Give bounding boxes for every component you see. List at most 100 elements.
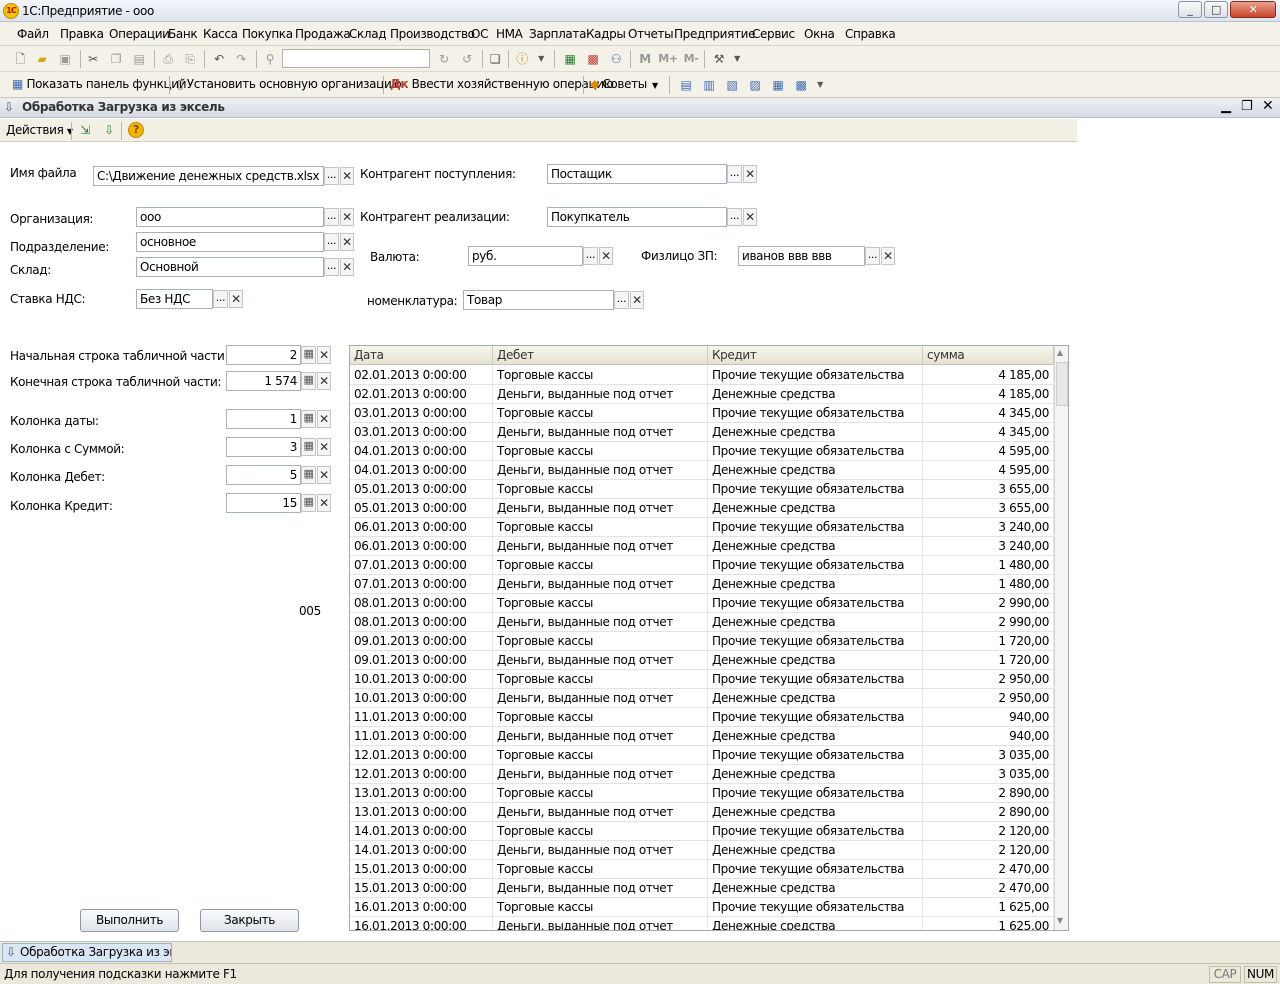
copy-icon[interactable]: ❐ bbox=[108, 51, 124, 67]
menu-edit[interactable]: Правка bbox=[60, 27, 104, 41]
menu-sale[interactable]: Продажа bbox=[295, 27, 351, 41]
tools-dropdown-icon[interactable]: ▼ bbox=[729, 51, 745, 67]
table-row[interactable]: 04.01.2013 0:00:00 Торговые кассы Прочие т… bbox=[350, 442, 1054, 461]
table-row[interactable]: 10.01.2013 0:00:00 Деньги, выданные под о… bbox=[350, 689, 1054, 708]
supplier-input[interactable]: Постащик bbox=[547, 164, 727, 184]
set-main-org-button[interactable]: ▯ Установить основную организацию bbox=[177, 77, 402, 91]
close-button[interactable]: Закрыть bbox=[200, 909, 299, 932]
form-close-button[interactable]: ✕ bbox=[1262, 98, 1274, 114]
credit-column-clear-button[interactable]: ✕ bbox=[317, 494, 331, 512]
column-header-credit[interactable]: Кредит bbox=[708, 346, 923, 365]
show-panel-button[interactable]: ▦ Показать панель функций bbox=[12, 77, 187, 91]
menu-reports[interactable]: Отчеты bbox=[628, 27, 674, 41]
menu-enterprise[interactable]: Предприятие bbox=[674, 27, 755, 41]
column-header-sum[interactable]: сумма bbox=[923, 346, 1054, 365]
table-row[interactable]: 15.01.2013 0:00:00 Торговые кассы Прочие т… bbox=[350, 860, 1054, 879]
vat-rate-clear-button[interactable]: ✕ bbox=[229, 290, 243, 308]
ledger-icon[interactable]: ▧ bbox=[724, 77, 740, 93]
debit-column-input[interactable]: 5 bbox=[226, 465, 301, 485]
search-input[interactable] bbox=[282, 49, 430, 68]
currency-input[interactable]: руб. bbox=[468, 246, 583, 266]
menu-help[interactable]: Справка bbox=[845, 27, 896, 41]
menu-fixed-assets[interactable]: ОС bbox=[471, 27, 488, 41]
calculator-icon[interactable]: ▦ bbox=[562, 51, 578, 67]
maximize-button[interactable]: □ bbox=[1204, 1, 1228, 18]
table-row[interactable]: 13.01.2013 0:00:00 Деньги, выданные под о… bbox=[350, 803, 1054, 822]
menu-cash[interactable]: Касса bbox=[203, 27, 238, 41]
nomenclature-clear-button[interactable]: ✕ bbox=[630, 291, 644, 309]
employee-clear-button[interactable]: ✕ bbox=[881, 247, 895, 265]
nomenclature-select-button[interactable]: ... bbox=[614, 291, 629, 309]
calendar-icon[interactable]: ▩ bbox=[585, 51, 601, 67]
undo-icon[interactable]: ↶ bbox=[211, 51, 227, 67]
table-row[interactable]: 06.01.2013 0:00:00 Торговые кассы Прочие т… bbox=[350, 518, 1054, 537]
memory-subtract-icon[interactable]: M- bbox=[681, 51, 701, 67]
sum-column-input[interactable]: 3 bbox=[226, 437, 301, 457]
table-row[interactable]: 10.01.2013 0:00:00 Торговые кассы Прочие т… bbox=[350, 670, 1054, 689]
menu-bank[interactable]: Банк bbox=[168, 27, 198, 41]
table-row[interactable]: 09.01.2013 0:00:00 Торговые кассы Прочие т… bbox=[350, 632, 1054, 651]
table-row[interactable]: 03.01.2013 0:00:00 Торговые кассы Прочие т… bbox=[350, 404, 1054, 423]
tips-dropdown-icon[interactable]: ▼ bbox=[652, 81, 658, 90]
redo-icon[interactable]: ↷ bbox=[233, 51, 249, 67]
print-preview-icon[interactable]: ⎘ bbox=[182, 51, 198, 67]
table-row[interactable]: 05.01.2013 0:00:00 Деньги, выданные под о… bbox=[350, 499, 1054, 518]
table-scrollbar[interactable]: ▲ ▼ bbox=[1054, 346, 1068, 930]
enter-operation-button[interactable]: Дк Ввести хозяйственную операцию bbox=[390, 77, 614, 91]
actions-menu[interactable]: Действия ▼ bbox=[6, 123, 73, 137]
load-icon[interactable]: ⇲ bbox=[77, 122, 93, 138]
menu-salary[interactable]: Зарплата bbox=[529, 27, 586, 41]
windows-icon[interactable]: ❏ bbox=[487, 51, 503, 67]
table-row[interactable]: 09.01.2013 0:00:00 Деньги, выданные под о… bbox=[350, 651, 1054, 670]
run-button[interactable]: Выполнить bbox=[80, 909, 179, 932]
debit-column-clear-button[interactable]: ✕ bbox=[317, 466, 331, 484]
currency-select-button[interactable]: ... bbox=[583, 247, 598, 265]
menu-production[interactable]: Производство bbox=[390, 27, 475, 41]
memory-icon[interactable]: M bbox=[637, 51, 653, 67]
vat-rate-input[interactable]: Без НДС bbox=[136, 289, 213, 309]
file-name-input[interactable]: C:\Движение денежных средств.xlsx bbox=[93, 166, 324, 186]
table-row[interactable]: 12.01.2013 0:00:00 Деньги, выданные под о… bbox=[350, 765, 1054, 784]
menu-operations[interactable]: Операции bbox=[109, 27, 170, 41]
warehouse-clear-button[interactable]: ✕ bbox=[340, 258, 354, 276]
new-document-icon[interactable]: 🗋 bbox=[12, 51, 28, 67]
division-input[interactable]: основное bbox=[136, 232, 324, 252]
form-minimize-button[interactable]: ▁ bbox=[1221, 99, 1231, 114]
users-icon[interactable]: ⚇ bbox=[608, 51, 624, 67]
employee-input[interactable]: иванов ввв ввв bbox=[738, 246, 865, 266]
paste-icon[interactable]: ▤ bbox=[131, 51, 147, 67]
table-row[interactable]: 13.01.2013 0:00:00 Торговые кассы Прочие т… bbox=[350, 784, 1054, 803]
table-row[interactable]: 08.01.2013 0:00:00 Торговые кассы Прочие т… bbox=[350, 594, 1054, 613]
scroll-up-icon[interactable]: ▲ bbox=[1057, 348, 1063, 357]
table-row[interactable]: 06.01.2013 0:00:00 Деньги, выданные под о… bbox=[350, 537, 1054, 556]
table-row[interactable]: 02.01.2013 0:00:00 Торговые кассы Прочие т… bbox=[350, 366, 1054, 385]
date-column-input[interactable]: 1 bbox=[226, 409, 301, 429]
column-header-date[interactable]: Дата bbox=[350, 346, 493, 365]
table-row[interactable]: 14.01.2013 0:00:00 Деньги, выданные под о… bbox=[350, 841, 1054, 860]
more-dropdown-icon[interactable]: ▼ bbox=[812, 77, 828, 93]
scroll-down-icon[interactable]: ▼ bbox=[1057, 916, 1063, 925]
start-row-clear-button[interactable]: ✕ bbox=[317, 346, 331, 364]
scrollbar-thumb[interactable] bbox=[1056, 362, 1068, 406]
file-select-button[interactable]: ... bbox=[324, 167, 339, 185]
menu-windows[interactable]: Окна bbox=[804, 27, 835, 41]
supplier-select-button[interactable]: ... bbox=[727, 165, 742, 183]
organization-select-button[interactable]: ... bbox=[324, 208, 339, 226]
accounts-icon[interactable]: ▦ bbox=[770, 77, 786, 93]
save-icon[interactable]: ▣ bbox=[57, 51, 73, 67]
search-prev-icon[interactable]: ↺ bbox=[459, 51, 475, 67]
menu-service[interactable]: Сервис bbox=[752, 27, 795, 41]
data-table[interactable]: Дата Дебет Кредит сумма 02.01.2013 0:00:… bbox=[349, 345, 1069, 931]
register-icon[interactable]: ▥ bbox=[701, 77, 717, 93]
table-row[interactable]: 11.01.2013 0:00:00 Деньги, выданные под о… bbox=[350, 727, 1054, 746]
warehouse-select-button[interactable]: ... bbox=[324, 258, 339, 276]
file-clear-button[interactable]: ✕ bbox=[340, 167, 354, 185]
table-row[interactable]: 15.01.2013 0:00:00 Деньги, выданные под о… bbox=[350, 879, 1054, 898]
open-folder-icon[interactable]: ▰ bbox=[34, 51, 50, 67]
tips-button[interactable]: ◆ Советы bbox=[590, 77, 647, 91]
table-row[interactable]: 14.01.2013 0:00:00 Торговые кассы Прочие т… bbox=[350, 822, 1054, 841]
search-next-icon[interactable]: ↻ bbox=[436, 51, 452, 67]
menu-warehouse[interactable]: Склад bbox=[349, 27, 387, 41]
table-row[interactable]: 11.01.2013 0:00:00 Торговые кассы Прочие т… bbox=[350, 708, 1054, 727]
menu-hr[interactable]: Кадры bbox=[586, 27, 626, 41]
